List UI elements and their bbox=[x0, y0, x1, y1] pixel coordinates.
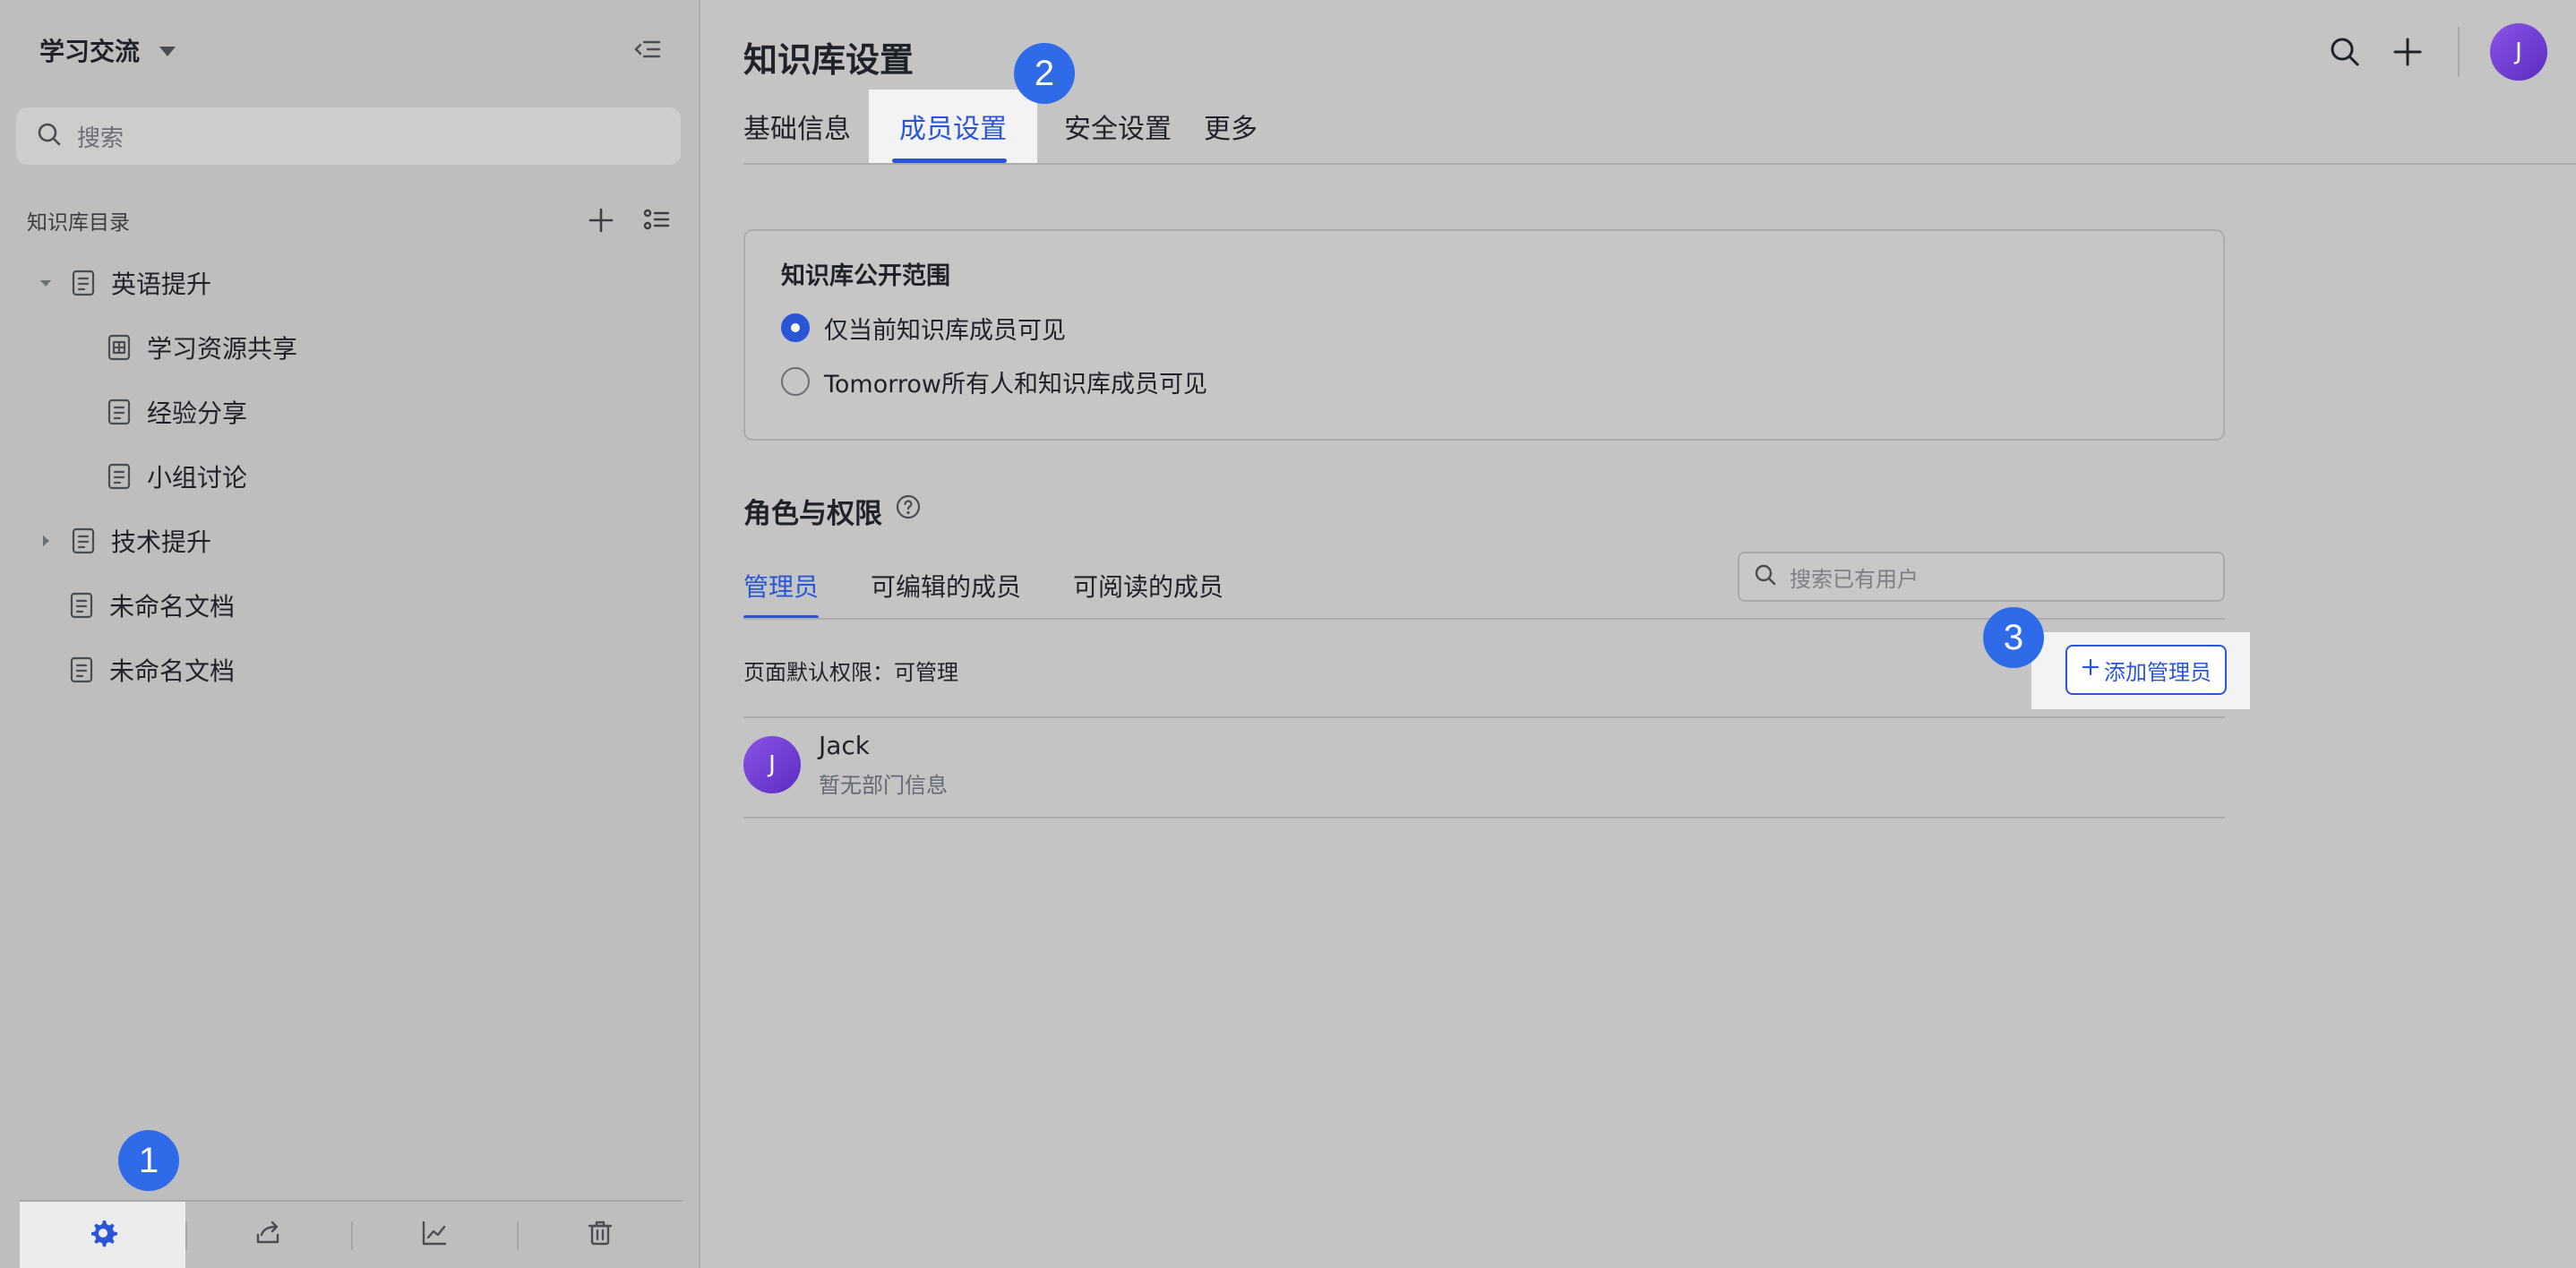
row-divider bbox=[743, 817, 2225, 818]
gear-icon bbox=[88, 1218, 118, 1252]
tabs-divider bbox=[743, 163, 2576, 165]
tab-basic-info[interactable]: 基础信息 bbox=[743, 90, 869, 163]
help-icon[interactable] bbox=[895, 493, 922, 527]
member-department: 暂无部门信息 bbox=[819, 773, 948, 798]
tree-item[interactable]: 未命名文档 bbox=[66, 643, 235, 697]
tab-security-settings[interactable]: 安全设置 bbox=[1037, 90, 1198, 163]
main-panel: 知识库设置 J 基础信息 成员设置 安全设置 更多 知识库公开范围 仅当前知识库… bbox=[702, 0, 2576, 1268]
tab-label: 可阅读的成员 bbox=[1073, 572, 1224, 602]
tree-item-label: 英语提升 bbox=[111, 270, 212, 299]
tab-member-settings[interactable]: 成员设置 bbox=[869, 90, 1037, 163]
caret-down-icon bbox=[159, 46, 176, 56]
member-row[interactable]: J Jack 暂无部门信息 bbox=[743, 731, 948, 798]
visibility-card: 知识库公开范围 仅当前知识库成员可见 Tomorrow所有人和知识库成员可见 bbox=[743, 229, 2225, 441]
trash-button[interactable] bbox=[517, 1202, 683, 1268]
settings-button[interactable] bbox=[20, 1202, 185, 1268]
share-button[interactable] bbox=[185, 1202, 351, 1268]
radio-label: 仅当前知识库成员可见 bbox=[824, 316, 1066, 345]
visibility-option-tenant[interactable]: Tomorrow所有人和知识库成员可见 bbox=[781, 364, 1207, 399]
tab-label: 管理员 bbox=[743, 572, 820, 602]
bottom-toolbar bbox=[20, 1202, 683, 1268]
caret-right-icon[interactable] bbox=[36, 531, 56, 551]
add-icon[interactable] bbox=[586, 205, 616, 236]
share-icon bbox=[254, 1219, 283, 1251]
tree-item-label: 小组讨论 bbox=[147, 463, 248, 493]
search-icon bbox=[1754, 563, 1777, 590]
document-icon bbox=[66, 655, 97, 685]
document-icon bbox=[68, 526, 99, 556]
sidebar-search[interactable]: 搜索 bbox=[16, 107, 681, 165]
analytics-button[interactable] bbox=[351, 1202, 517, 1268]
search-icon[interactable] bbox=[2325, 32, 2365, 72]
tree-item[interactable]: 学习资源共享 bbox=[104, 321, 297, 374]
catalog-label: 知识库目录 bbox=[27, 211, 130, 235]
workspace-title: 学习交流 bbox=[39, 37, 141, 66]
add-admin-label: 添加管理员 bbox=[2104, 660, 2211, 685]
document-icon bbox=[68, 268, 99, 298]
tab-label: 更多 bbox=[1204, 114, 1258, 145]
tree-item-label: 学习资源共享 bbox=[147, 334, 298, 364]
radio-selected[interactable] bbox=[781, 313, 810, 342]
toolbar-separator bbox=[2458, 27, 2460, 77]
roles-title: 角色与权限 bbox=[743, 497, 882, 530]
chart-icon bbox=[420, 1219, 449, 1251]
workspace-switcher[interactable]: 学习交流 bbox=[39, 32, 176, 68]
add-admin-button[interactable]: 添加管理员 bbox=[2065, 645, 2227, 695]
table-icon bbox=[104, 332, 134, 363]
tab-label: 安全设置 bbox=[1064, 114, 1172, 145]
user-search-placeholder: 搜索已有用户 bbox=[1790, 566, 1919, 592]
visibility-title: 知识库公开范围 bbox=[781, 262, 950, 290]
tree-item-label: 未命名文档 bbox=[109, 656, 236, 686]
plus-icon bbox=[2081, 657, 2100, 683]
add-admin-highlight: 添加管理员 bbox=[2031, 632, 2250, 709]
caret-down-icon[interactable] bbox=[36, 273, 56, 293]
tree-item[interactable]: 经验分享 bbox=[104, 385, 247, 439]
tab-more[interactable]: 更多 bbox=[1198, 90, 1306, 163]
tree-item[interactable]: 英语提升 bbox=[36, 256, 211, 310]
app-window: 学习交流 搜索 知识库目录 英语提升 学习资源共享 经验分享 小组讨论 技术提升… bbox=[0, 0, 2576, 1268]
tree-item[interactable]: 小组讨论 bbox=[104, 450, 247, 503]
user-avatar[interactable]: J bbox=[2490, 23, 2547, 81]
tree-item-label: 技术提升 bbox=[111, 527, 212, 557]
roles-header: 角色与权限 bbox=[743, 491, 922, 530]
member-avatar: J bbox=[743, 736, 801, 793]
collapse-sidebar-icon[interactable] bbox=[632, 34, 663, 64]
trash-icon bbox=[586, 1219, 614, 1251]
document-icon bbox=[66, 590, 97, 621]
settings-tabs: 基础信息 成员设置 安全设置 更多 bbox=[743, 90, 1306, 163]
radio-unselected[interactable] bbox=[781, 367, 810, 396]
tab-admins[interactable]: 管理员 bbox=[743, 552, 820, 620]
tab-label: 基础信息 bbox=[743, 114, 851, 145]
document-icon bbox=[104, 461, 134, 492]
radio-label: Tomorrow所有人和知识库成员可见 bbox=[824, 370, 1207, 398]
row-divider bbox=[743, 716, 2225, 718]
sidebar: 学习交流 搜索 知识库目录 英语提升 学习资源共享 经验分享 小组讨论 技术提升… bbox=[0, 0, 700, 1268]
tree-item[interactable]: 未命名文档 bbox=[66, 578, 235, 632]
sidebar-search-placeholder: 搜索 bbox=[77, 124, 125, 152]
role-tabs: 管理员 可编辑的成员 可阅读的成员 bbox=[743, 552, 1224, 620]
tab-label: 成员设置 bbox=[899, 114, 1007, 145]
tree-item[interactable]: 技术提升 bbox=[36, 514, 211, 568]
default-permission: 页面默认权限：可管理 bbox=[743, 659, 958, 685]
page-title: 知识库设置 bbox=[743, 40, 914, 80]
tree-item-label: 经验分享 bbox=[147, 398, 248, 428]
top-actions: J bbox=[2325, 23, 2547, 81]
tab-label: 可编辑的成员 bbox=[871, 572, 1022, 602]
member-name: Jack bbox=[819, 731, 871, 760]
document-icon bbox=[104, 397, 134, 427]
tab-editors[interactable]: 可编辑的成员 bbox=[871, 552, 1021, 620]
tree-item-label: 未命名文档 bbox=[109, 592, 236, 621]
user-search-input[interactable]: 搜索已有用户 bbox=[1738, 552, 2225, 602]
visibility-option-members[interactable]: 仅当前知识库成员可见 bbox=[781, 310, 1066, 346]
step-marker-3: 3 bbox=[1983, 607, 2044, 668]
tab-readers[interactable]: 可阅读的成员 bbox=[1073, 552, 1224, 620]
step-marker-1: 1 bbox=[118, 1130, 179, 1191]
list-options-icon[interactable] bbox=[641, 205, 672, 236]
step-marker-2: 2 bbox=[1014, 43, 1075, 104]
search-icon bbox=[36, 121, 63, 151]
plus-icon[interactable] bbox=[2388, 32, 2427, 72]
catalog-header: 知识库目录 bbox=[27, 202, 672, 238]
